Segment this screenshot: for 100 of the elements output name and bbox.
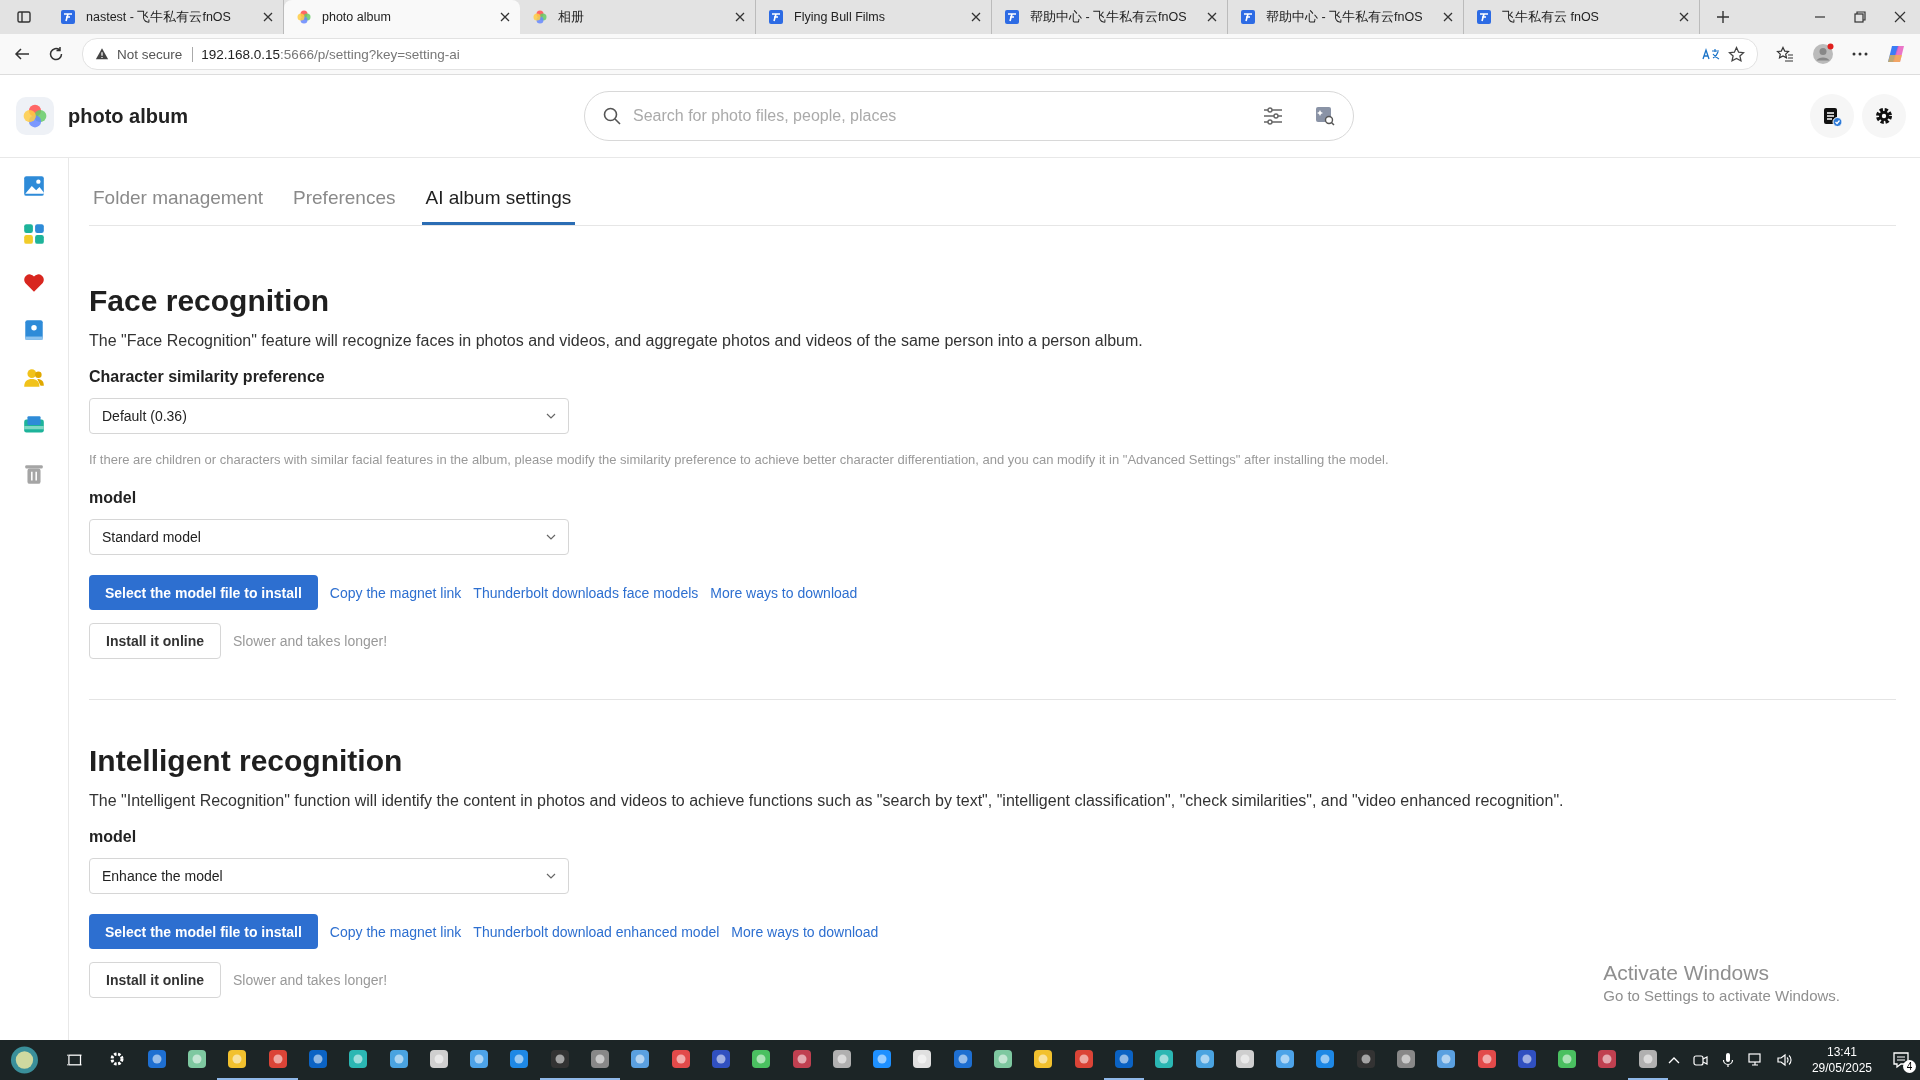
app-title: photo album xyxy=(68,104,189,128)
sidebar-item[interactable] xyxy=(22,222,46,246)
app-icon xyxy=(347,1048,370,1070)
favorite-star-icon[interactable] xyxy=(1728,45,1745,63)
download-link[interactable]: More ways to download xyxy=(710,584,858,601)
security-label[interactable]: Not secure xyxy=(117,46,194,62)
dropdown-select[interactable]: Standard model xyxy=(89,519,569,555)
search-icon xyxy=(603,107,621,125)
app-icon xyxy=(387,1048,410,1070)
chevron-down-icon xyxy=(546,873,556,879)
task-view-icon[interactable] xyxy=(66,1052,83,1068)
app-icon xyxy=(1233,1048,1256,1070)
app-icon xyxy=(1556,1048,1579,1070)
app-icon xyxy=(427,1048,450,1070)
app-icon xyxy=(709,1048,732,1070)
settings-tab[interactable]: AI album settings xyxy=(421,187,576,225)
app-icon xyxy=(1112,1048,1135,1070)
more-icon[interactable] xyxy=(1852,52,1868,56)
notification-icon[interactable] xyxy=(1892,1051,1910,1069)
chevron-down-icon xyxy=(546,413,556,419)
app-icon xyxy=(1636,1048,1659,1070)
download-link[interactable]: Thunderbolt downloads face models xyxy=(473,584,699,601)
favorites-list-icon[interactable] xyxy=(1776,46,1794,62)
browser-tab[interactable]: photo album xyxy=(284,0,520,34)
camera-icon[interactable] xyxy=(1691,1052,1708,1068)
restore-icon[interactable] xyxy=(1854,11,1866,23)
close-icon[interactable] xyxy=(1679,12,1689,22)
install-online-button[interactable]: Install it online xyxy=(89,962,221,998)
close-icon[interactable] xyxy=(1207,12,1217,22)
app-icon xyxy=(1475,1048,1498,1070)
download-link[interactable]: Copy the magnet link xyxy=(329,584,462,601)
notification-count: 4 xyxy=(1903,1060,1916,1073)
section-description: The "Intelligent Recognition" function will identify the content in photos and videos to achieve functions such as "search by text", "intelligent classification", "check similarities", and "video enhanced recognition". xyxy=(89,792,1565,810)
activation-subtitle: Go to Settings to activate Windows. xyxy=(1603,987,1840,1004)
close-icon[interactable] xyxy=(500,12,510,22)
app-icon xyxy=(992,1048,1015,1070)
task-list-button[interactable] xyxy=(1810,94,1854,138)
note-text: Slower and takes longer! xyxy=(233,972,388,988)
app-icon xyxy=(750,1048,773,1070)
field-label: model xyxy=(89,489,138,507)
translate-icon[interactable] xyxy=(1702,47,1720,61)
close-icon[interactable] xyxy=(735,12,745,22)
close-icon[interactable] xyxy=(971,12,981,22)
download-link[interactable]: Copy the magnet link xyxy=(329,923,462,940)
app-icon xyxy=(1435,1048,1458,1070)
refresh-icon[interactable] xyxy=(48,46,64,62)
app-icon xyxy=(1515,1048,1538,1070)
address-bar[interactable]: Not secure 192.168.0.15:5666/p/setting?key=setting-ai xyxy=(82,38,1758,70)
app-icon xyxy=(1032,1048,1055,1070)
clock[interactable]: 13:41 29/05/2025 xyxy=(1811,1044,1872,1076)
section-heading: Intelligent recognition xyxy=(89,744,404,778)
image-search-icon[interactable] xyxy=(1315,106,1335,126)
app-icon xyxy=(589,1048,612,1070)
search-bar[interactable]: Search for photo files, people, places xyxy=(584,91,1354,141)
app-icon xyxy=(307,1048,329,1070)
app-icon xyxy=(1314,1048,1337,1070)
dropdown-select[interactable]: Default (0.36) xyxy=(89,398,569,434)
app-icon xyxy=(1193,1048,1216,1070)
settings-button[interactable] xyxy=(1862,94,1906,138)
network-icon[interactable] xyxy=(1747,1052,1764,1068)
section-heading: Face recognition xyxy=(89,284,331,318)
albums-icon xyxy=(22,222,46,246)
sidebar-item[interactable] xyxy=(22,174,46,198)
app-icon xyxy=(911,1048,934,1070)
download-link[interactable]: Thunderbolt download enhanced model xyxy=(473,923,720,940)
photos-icon xyxy=(22,174,46,198)
chevron-down-icon xyxy=(546,534,556,540)
chevron-up-icon[interactable] xyxy=(1667,1056,1680,1064)
download-link[interactable]: More ways to download xyxy=(731,923,879,940)
field-label: model xyxy=(89,828,138,846)
clipboard-check-icon xyxy=(1821,105,1843,127)
app-icon xyxy=(1354,1048,1377,1070)
app-icon xyxy=(266,1048,289,1070)
dropdown-select[interactable]: Enhance the model xyxy=(89,858,569,894)
app-icon xyxy=(548,1048,571,1070)
close-icon[interactable] xyxy=(1894,11,1906,23)
sidebar-item[interactable] xyxy=(22,318,46,342)
app-icon xyxy=(1072,1048,1095,1070)
back-icon[interactable] xyxy=(14,46,30,62)
filter-sliders-icon[interactable] xyxy=(1263,107,1283,125)
select-file-button[interactable]: Select the model file to install xyxy=(89,914,318,949)
start-icon[interactable] xyxy=(10,1045,39,1075)
volume-icon[interactable] xyxy=(1775,1052,1792,1068)
activation-title: Activate Windows xyxy=(1603,961,1770,985)
close-icon[interactable] xyxy=(1443,12,1453,22)
select-file-button[interactable]: Select the model file to install xyxy=(89,575,318,610)
app-icon xyxy=(629,1048,652,1070)
url-text: 192.168.0.15:5666/p/setting?key=setting-ai xyxy=(201,46,461,62)
profile-avatar-icon[interactable] xyxy=(1812,43,1834,65)
app-icon xyxy=(226,1048,249,1070)
app-icon xyxy=(669,1048,692,1070)
install-online-button[interactable]: Install it online xyxy=(89,623,221,659)
hint-text: If there are children or characters with similar facial features in the album, please modify the similarity preference to achieve better character differentiation, and you can modify it in "Advanced Settings" after installing the model. xyxy=(89,452,1390,467)
tab-actions-icon[interactable] xyxy=(16,9,32,25)
close-icon[interactable] xyxy=(263,12,273,22)
app-icon xyxy=(830,1048,853,1070)
app-icon xyxy=(1153,1048,1176,1070)
app-icon xyxy=(1596,1048,1619,1070)
section-description: The "Face Recognition" feature will recognize faces in photos and videos, and aggregate photos and videos of the same person into a person album. xyxy=(89,332,1144,350)
new-tab-icon[interactable] xyxy=(1716,10,1730,24)
